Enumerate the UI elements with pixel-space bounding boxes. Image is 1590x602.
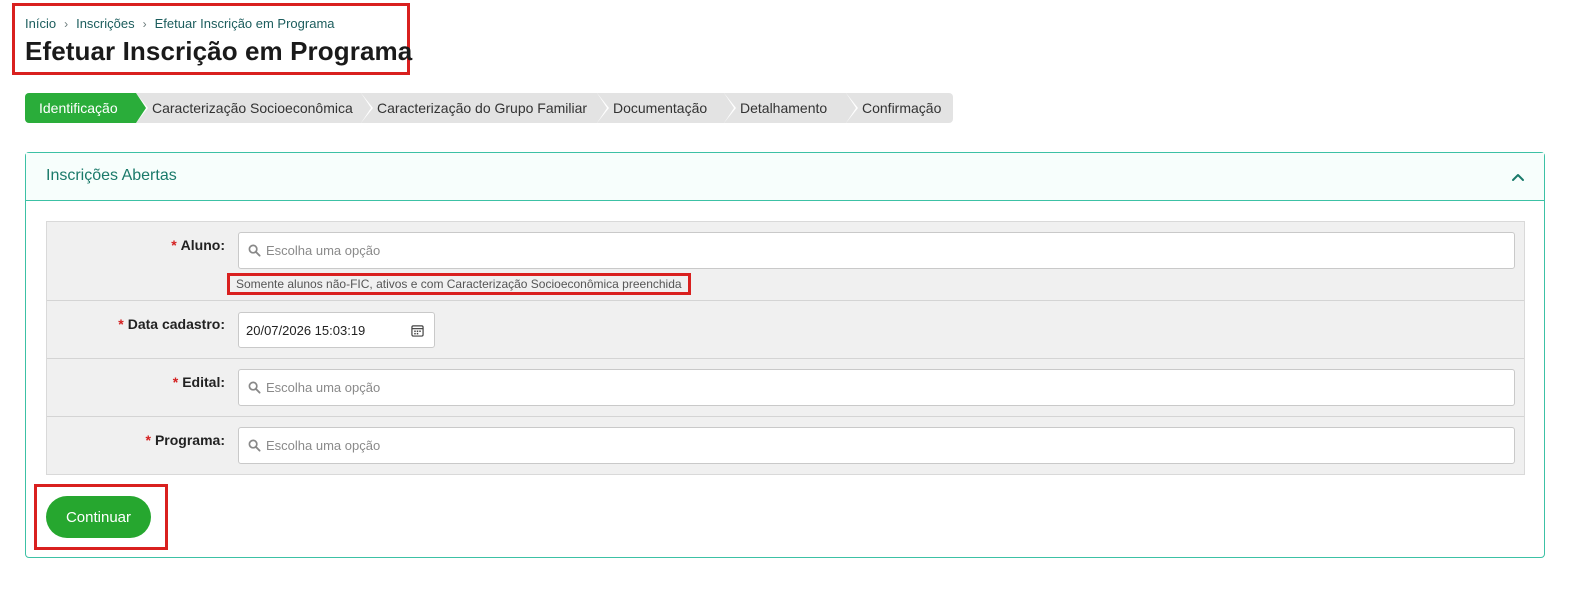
step-confirmacao[interactable]: Confirmação [846, 93, 953, 123]
data-cadastro-label: * Data cadastro: [118, 316, 225, 332]
required-marker: * [172, 374, 179, 390]
data-cadastro-value: 20/07/2026 15:03:19 [246, 323, 366, 338]
breadcrumb-inscricoes[interactable]: Inscrições [76, 16, 135, 31]
calendar-icon[interactable] [411, 324, 424, 337]
programa-placeholder: Escolha uma opção [266, 438, 381, 453]
aluno-help-text: Somente alunos não-FIC, ativos e com Car… [227, 273, 691, 295]
search-icon [248, 244, 261, 257]
step-detalhamento[interactable]: Detalhamento [724, 93, 858, 123]
edital-placeholder: Escolha uma opção [266, 380, 381, 395]
form-row-aluno: * Aluno: Escolha uma opção Somente alunos… [47, 222, 1524, 301]
card-title: Inscrições Abertas [46, 167, 177, 184]
breadcrumb: Início › Inscrições › Efetuar Inscrição … [25, 16, 335, 31]
data-cadastro-input[interactable]: 20/07/2026 15:03:19 [238, 312, 435, 348]
breadcrumb-current[interactable]: Efetuar Inscrição em Programa [155, 16, 335, 31]
aluno-select[interactable]: Escolha uma opção [238, 232, 1515, 269]
form-box: * Aluno: Escolha uma opção Somente alunos… [46, 221, 1525, 475]
edital-label: * Edital: [172, 374, 225, 390]
search-icon [248, 439, 261, 452]
inscricoes-abertas-card: Inscrições Abertas * Aluno: Escolha uma o… [25, 152, 1545, 558]
required-marker: * [145, 432, 151, 448]
wizard-steps: Identificação Caracterização Socioeconôm… [25, 93, 953, 123]
step-caracterizacao-socioeconomica[interactable]: Caracterização Socioeconômica [136, 93, 373, 123]
aluno-label: * Aluno: [171, 237, 225, 253]
step-documentacao[interactable]: Documentação [597, 93, 736, 123]
form-row-programa: * Programa: Escolha uma opção [47, 417, 1524, 475]
breadcrumb-inicio[interactable]: Início [25, 16, 56, 31]
programa-label: * Programa: [145, 432, 225, 448]
continue-button[interactable]: Continuar [46, 496, 151, 538]
breadcrumb-separator: › [142, 16, 147, 31]
edital-select[interactable]: Escolha uma opção [238, 369, 1515, 406]
card-header[interactable]: Inscrições Abertas [26, 153, 1544, 201]
required-marker: * [118, 316, 124, 332]
form-row-data-cadastro: * Data cadastro: 20/07/2026 15:03:19 [47, 301, 1524, 359]
breadcrumb-separator: › [64, 16, 69, 31]
step-identificacao[interactable]: Identificação [25, 93, 148, 123]
required-marker: * [171, 237, 177, 253]
chevron-up-icon[interactable] [1510, 169, 1526, 185]
aluno-placeholder: Escolha uma opção [266, 243, 381, 258]
form-row-edital: * Edital: Escolha uma opção [47, 359, 1524, 417]
programa-select[interactable]: Escolha uma opção [238, 427, 1515, 464]
page-title: Efetuar Inscrição em Programa [25, 36, 413, 66]
page: Início › Inscrições › Efetuar Inscrição … [0, 0, 1590, 602]
step-caracterizacao-grupo-familiar[interactable]: Caracterização do Grupo Familiar [361, 93, 609, 123]
search-icon [248, 381, 261, 394]
